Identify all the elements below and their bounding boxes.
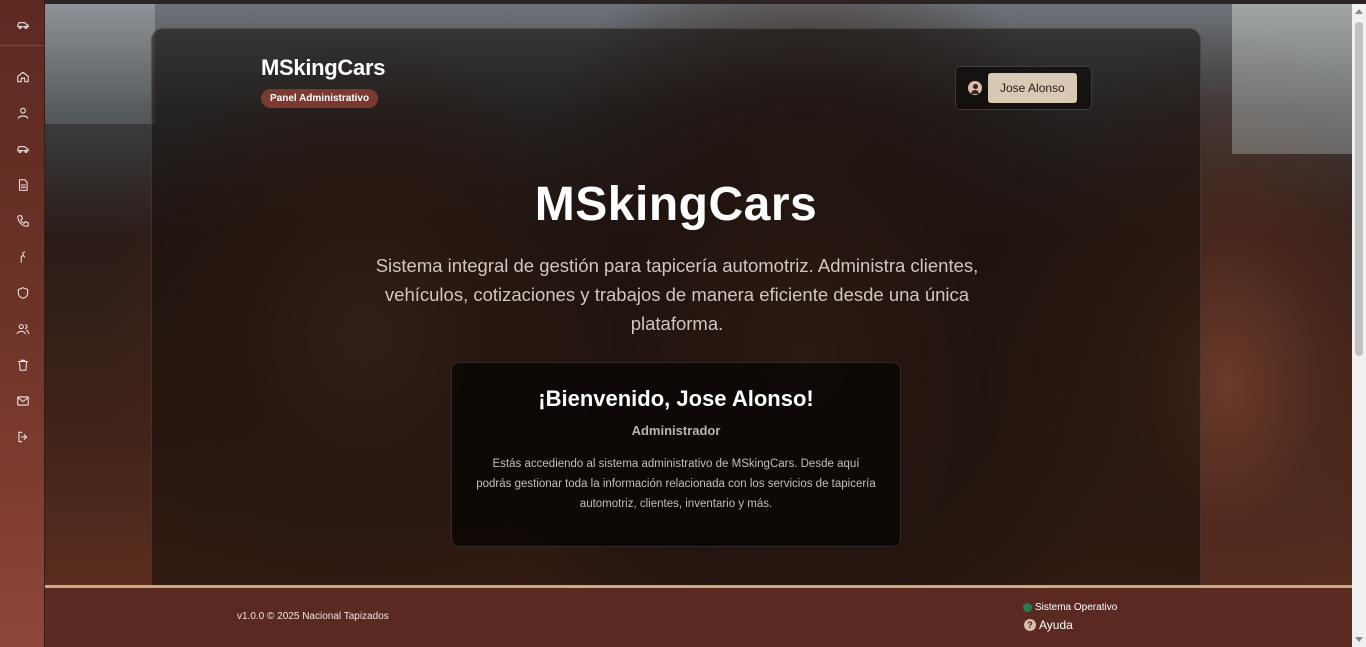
sidebar-item-vehicles[interactable] — [0, 134, 45, 164]
background-window-right — [1232, 4, 1352, 154]
sidebar-item-security[interactable] — [0, 278, 45, 308]
brand-name: MSkingCars — [261, 55, 386, 80]
sidebar-item-profile[interactable] — [0, 98, 45, 128]
welcome-title: ¡Bienvenido, Jose Alonso! — [538, 386, 814, 411]
sidebar — [0, 0, 45, 647]
scroll-up-icon[interactable] — [1355, 9, 1363, 14]
document-icon — [18, 179, 28, 191]
phone-icon — [16, 215, 29, 227]
background-window-left — [45, 4, 155, 124]
hero-title: MSkingCars — [534, 178, 818, 231]
panel-badge: Panel Administrativo — [261, 89, 379, 108]
user-name-button[interactable]: Jose Alonso — [988, 73, 1077, 103]
sidebar-item-trash[interactable] — [0, 350, 45, 380]
user-role: Administrador — [631, 423, 721, 438]
trash-icon — [17, 359, 28, 371]
help-label: Ayuda — [1039, 618, 1073, 632]
scrollbar[interactable] — [1352, 4, 1366, 647]
car-icon — [16, 146, 29, 153]
footer: v1.0.0 © 2025 Nacional Tapizados Sistema… — [45, 585, 1352, 647]
user-menu[interactable]: Jose Alonso — [955, 66, 1092, 110]
mail-icon — [16, 396, 29, 406]
shield-icon — [17, 287, 28, 299]
tools-icon — [20, 251, 25, 263]
sidebar-item-home[interactable] — [0, 62, 45, 92]
users-icon — [16, 324, 29, 335]
scroll-down-icon[interactable] — [1355, 637, 1363, 642]
sidebar-item-mail[interactable] — [0, 386, 45, 416]
system-status: Sistema Operativo — [1023, 602, 1117, 613]
welcome-text: Estás accediendo al sistema administrati… — [476, 458, 876, 510]
version-text: v1.0.0 © 2025 Nacional Tapizados — [237, 611, 389, 622]
hero-subtitle: Sistema integral de gestión para tapicer… — [375, 255, 979, 334]
welcome-card: ¡Bienvenido, Jose Alonso! Administrador … — [451, 362, 901, 547]
sidebar-item-logout[interactable] — [0, 422, 45, 452]
main-card: MSkingCars Panel Administrativo Jose Alo… — [151, 28, 1201, 598]
sidebar-item-quotes[interactable] — [0, 170, 45, 200]
user-icon — [17, 107, 28, 119]
help-link[interactable]: ? Ayuda — [1024, 618, 1073, 632]
sidebar-item-contact[interactable] — [0, 206, 45, 236]
user-circle-icon — [968, 81, 982, 95]
sidebar-item-users[interactable] — [0, 314, 45, 344]
sidebar-logo[interactable] — [0, 4, 45, 46]
home-icon — [16, 71, 29, 83]
logout-icon — [17, 431, 27, 443]
sidebar-item-tools[interactable] — [0, 242, 45, 272]
status-label: Sistema Operativo — [1035, 602, 1118, 613]
scrollbar-thumb[interactable] — [1355, 22, 1363, 356]
status-dot-icon — [1023, 603, 1032, 612]
car-icon — [16, 21, 29, 29]
help-icon: ? — [1024, 619, 1036, 631]
